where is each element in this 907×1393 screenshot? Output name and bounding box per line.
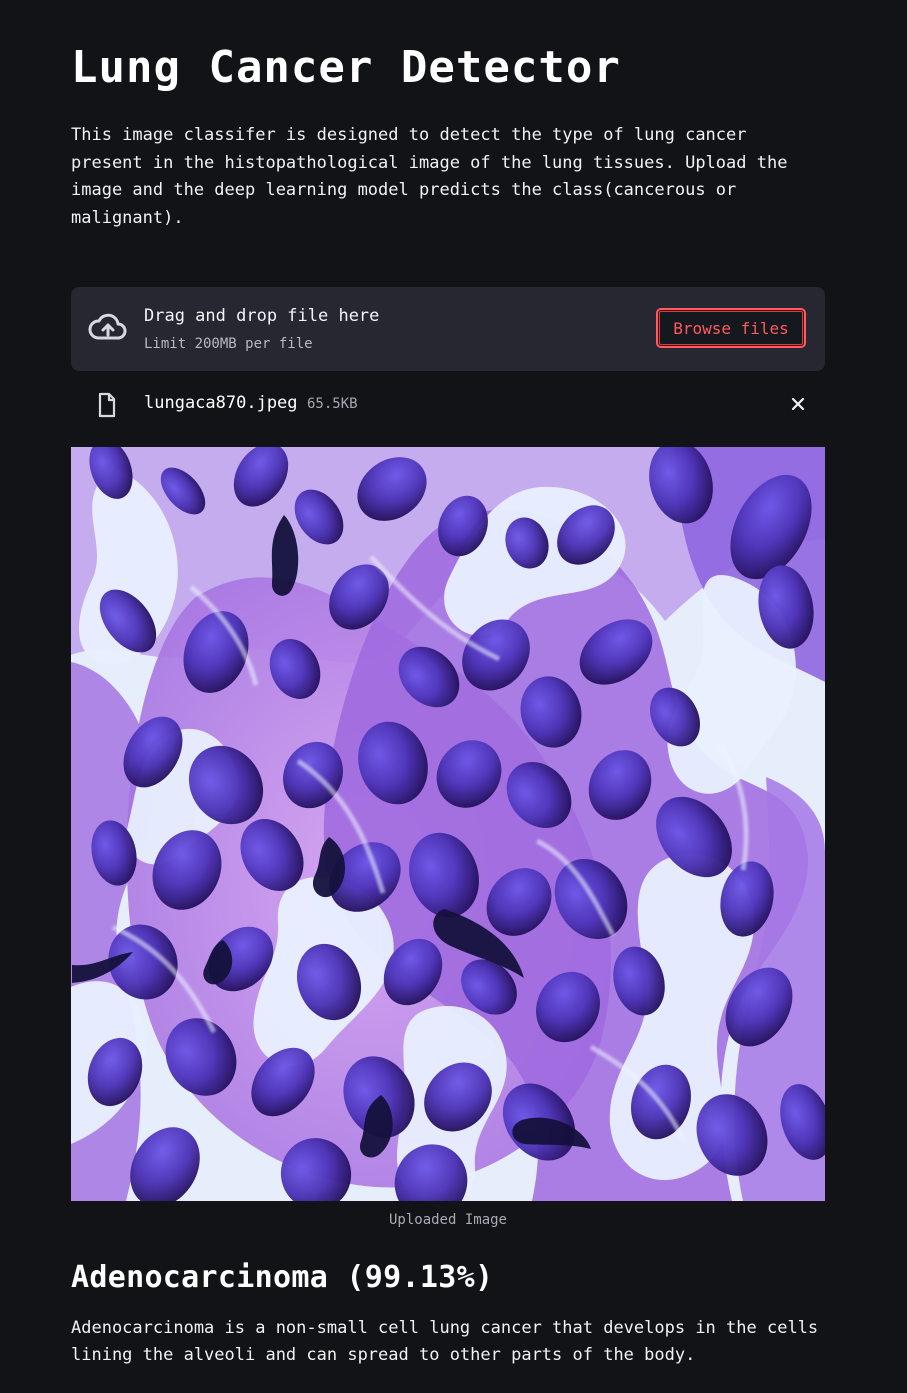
uploaded-file-size: 65.5KB [307, 396, 358, 412]
remove-file-button[interactable] [787, 393, 809, 415]
image-caption: Uploaded Image [388, 1212, 507, 1228]
file-size-limit: Limit 200MB per file [144, 336, 313, 352]
histopathology-image-artwork [71, 447, 825, 1201]
app-description: This image classifer is designed to dete… [71, 125, 788, 228]
uploaded-file-name: lungaca870.jpeg [144, 393, 298, 413]
prediction-description: Adenocarcinoma is a non-small cell lung … [71, 1318, 819, 1365]
uploaded-file-row: lungaca870.jpeg 65.5KB [71, 385, 825, 421]
file-uploader[interactable]: Drag and drop file here Limit 200MB per … [71, 287, 825, 371]
uploaded-histopathology-image [71, 447, 825, 1201]
file-icon [98, 392, 116, 418]
cloud-upload-icon [88, 313, 127, 340]
drag-drop-label: Drag and drop file here [144, 306, 380, 326]
close-icon [791, 397, 805, 411]
page-title: Lung Cancer Detector [71, 42, 621, 93]
header-section: Lung Cancer Detector This image classife… [71, 42, 825, 232]
app-page: Lung Cancer Detector This image classife… [0, 0, 907, 1393]
prediction-title: Adenocarcinoma (99.13%) [71, 1260, 494, 1295]
browse-files-button[interactable]: Browse files [656, 308, 806, 348]
